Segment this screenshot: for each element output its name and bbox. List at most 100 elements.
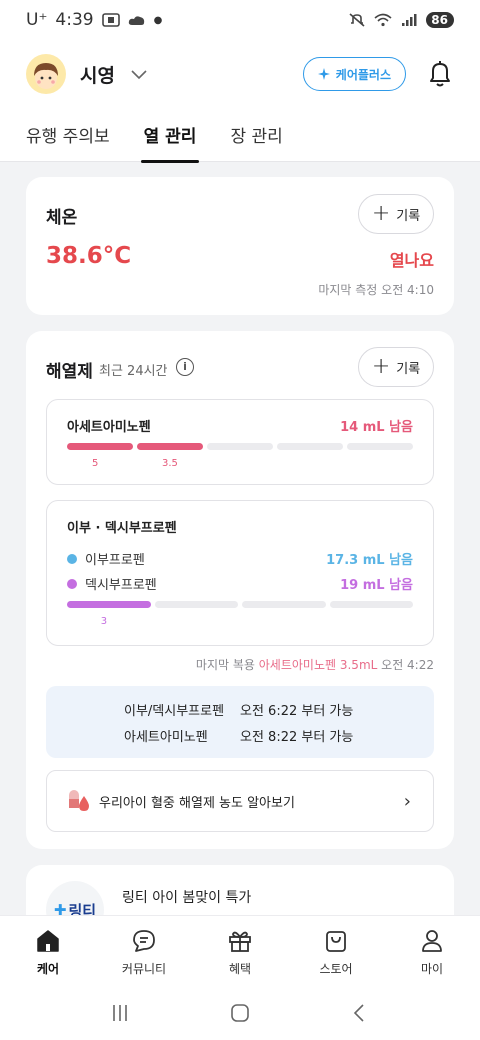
ibuprofen-dose-bar xyxy=(67,601,413,608)
nav-care[interactable]: 케어 xyxy=(0,916,96,985)
last-measured: 마지막 측정 오전 4:10 xyxy=(318,283,434,297)
plus-icon: + xyxy=(371,201,391,226)
availability-drug: 아세트아미노펜 xyxy=(124,730,208,745)
dexibuprofen-legend: 덱시부프로펜 xyxy=(67,574,157,593)
system-nav-bar xyxy=(0,985,480,1040)
acetaminophen-dose-bar xyxy=(67,443,413,450)
availability-row: 아세트아미노펜 오전 8:22 부터 가능 xyxy=(124,726,353,745)
chevron-right-icon: › xyxy=(403,790,411,812)
nav-my[interactable]: 마이 xyxy=(384,916,480,985)
chevron-down-icon[interactable] xyxy=(129,64,149,84)
dose-segment xyxy=(277,443,343,450)
promo-title: 링티 아이 봄맞이 특가 xyxy=(122,890,252,906)
care-plus-button[interactable]: 케어플러스 xyxy=(302,57,406,91)
dose-tick-label: 3 xyxy=(100,616,108,627)
fever-status: 열나요 xyxy=(389,251,434,270)
sparkle-icon xyxy=(317,68,330,80)
acetaminophen-box[interactable]: 아세트아미노펜 14 mL 남음 5 3.5 xyxy=(46,399,434,485)
tab-gut-care[interactable]: 장 관리 xyxy=(230,108,282,162)
info-icon[interactable]: i xyxy=(176,358,194,376)
acetaminophen-name: 아세트아미노펜 xyxy=(67,420,151,435)
person-icon xyxy=(422,930,442,952)
cloud-icon xyxy=(128,16,144,25)
ibuprofen-label: 이부프로펜 xyxy=(85,553,145,568)
medicine-icon xyxy=(69,790,89,811)
nav-community[interactable]: 커뮤니티 xyxy=(96,916,192,985)
add-dose-button[interactable]: + 기록 xyxy=(358,347,434,387)
carrier-label: U⁺ xyxy=(26,10,48,30)
blood-concentration-label: 우리아이 혈중 해열제 농도 알아보기 xyxy=(99,795,295,811)
temperature-title: 체온 xyxy=(46,208,78,228)
dose-segment xyxy=(154,601,238,608)
acetaminophen-remaining: 14 mL 남음 xyxy=(340,420,413,435)
gift-icon xyxy=(229,931,251,952)
dose-segment xyxy=(67,443,133,450)
status-bar: U⁺ 4:39 ● 86 xyxy=(0,0,480,40)
antipyretic-title: 해열제 xyxy=(46,362,93,382)
app-bar: 시영 케어플러스 xyxy=(0,40,480,108)
nav-label: 마이 xyxy=(420,962,444,976)
screenshot-icon xyxy=(101,13,120,27)
antipyretic-card: 해열제 최근 24시간 i + 기록 아세트아미노펜 14 mL 남음 5 3.5… xyxy=(26,331,454,849)
nav-label: 케어 xyxy=(36,962,60,976)
dose-tick-label: 3.5 xyxy=(162,458,178,469)
clock: 4:39 xyxy=(55,10,94,30)
nav-label: 혜택 xyxy=(228,962,252,976)
add-temperature-label: 기록 xyxy=(396,208,421,224)
dose-segment xyxy=(329,601,413,608)
child-avatar-icon xyxy=(34,63,58,89)
bag-icon xyxy=(326,931,346,952)
blood-concentration-link[interactable]: 우리아이 혈중 해열제 농도 알아보기 › xyxy=(46,770,434,832)
plus-icon: + xyxy=(371,354,391,379)
dexibuprofen-label: 덱시부프로펜 xyxy=(85,578,157,593)
care-plus-label: 케어플러스 xyxy=(335,67,391,82)
dexibuprofen-dot-icon xyxy=(67,578,77,589)
dose-segment xyxy=(137,443,203,450)
ibuprofen-box[interactable]: 이부 · 덱시부프로펜 이부프로펜 17.3 mL 남음 덱시부프로펜 19 m… xyxy=(46,500,434,646)
temperature-value: 38.6°C xyxy=(46,243,132,269)
home-icon xyxy=(37,930,59,952)
availability-panel: 이부/덱시부프로펜 오전 6:22 부터 가능 아세트아미노펜 오전 8:22 … xyxy=(46,686,434,758)
username[interactable]: 시영 xyxy=(80,61,115,88)
availability-drug: 이부/덱시부프로펜 xyxy=(124,704,225,719)
dexibuprofen-remaining: 19 mL 남음 xyxy=(340,578,413,593)
dot-icon: ● xyxy=(153,14,163,26)
wifi-icon xyxy=(374,13,392,27)
tab-epidemic-alert[interactable]: 유행 주의보 xyxy=(26,108,110,162)
dose-segment xyxy=(347,443,413,450)
last-dose-prefix: 마지막 복용 xyxy=(195,658,255,672)
chat-icon xyxy=(133,930,155,952)
dose-segment xyxy=(242,601,326,608)
nav-label: 스토어 xyxy=(319,962,353,976)
nav-benefits[interactable]: 혜택 xyxy=(192,916,288,985)
ibuprofen-remaining: 17.3 mL 남음 xyxy=(326,553,413,568)
add-dose-label: 기록 xyxy=(396,361,421,377)
dose-segment xyxy=(67,601,151,608)
last-dose-drug: 아세트아미노펜 3.5mL xyxy=(258,658,378,672)
last-dose-time: 오전 4:22 xyxy=(381,658,434,672)
availability-row: 이부/덱시부프로펜 오전 6:22 부터 가능 xyxy=(124,700,353,719)
availability-time: 오전 6:22 부터 가능 xyxy=(240,704,354,719)
temperature-card: 체온 + 기록 38.6°C 열나요 마지막 측정 오전 4:10 xyxy=(26,177,454,315)
avatar[interactable] xyxy=(26,54,66,94)
dose-segment xyxy=(207,443,273,450)
battery-indicator: 86 xyxy=(426,12,454,28)
tab-fever-care[interactable]: 열 관리 xyxy=(140,108,200,163)
ibuprofen-legend: 이부프로펜 xyxy=(67,549,145,568)
ibuprofen-dot-icon xyxy=(67,553,77,564)
bell-icon[interactable] xyxy=(426,59,454,89)
bottom-nav: 케어 커뮤니티 혜택 스토어 마이 xyxy=(0,915,480,985)
tab-bar: 유행 주의보 열 관리 장 관리 xyxy=(0,108,480,163)
ibuprofen-group-name: 이부 · 덱시부프로펜 xyxy=(67,521,177,536)
nav-store[interactable]: 스토어 xyxy=(288,916,384,985)
home-button-icon[interactable] xyxy=(229,1002,251,1024)
dose-tick-label: 5 xyxy=(92,458,99,469)
antipyretic-subtitle: 최근 24시간 xyxy=(99,364,168,379)
recent-apps-icon[interactable] xyxy=(109,1002,131,1024)
mute-icon xyxy=(349,13,365,27)
last-dose: 마지막 복용 아세트아미노펜 3.5mL 오전 4:22 xyxy=(196,656,434,673)
availability-time: 오전 8:22 부터 가능 xyxy=(240,730,354,745)
back-icon[interactable] xyxy=(349,1002,371,1024)
nav-label: 커뮤니티 xyxy=(121,962,167,976)
add-temperature-button[interactable]: + 기록 xyxy=(358,194,434,234)
